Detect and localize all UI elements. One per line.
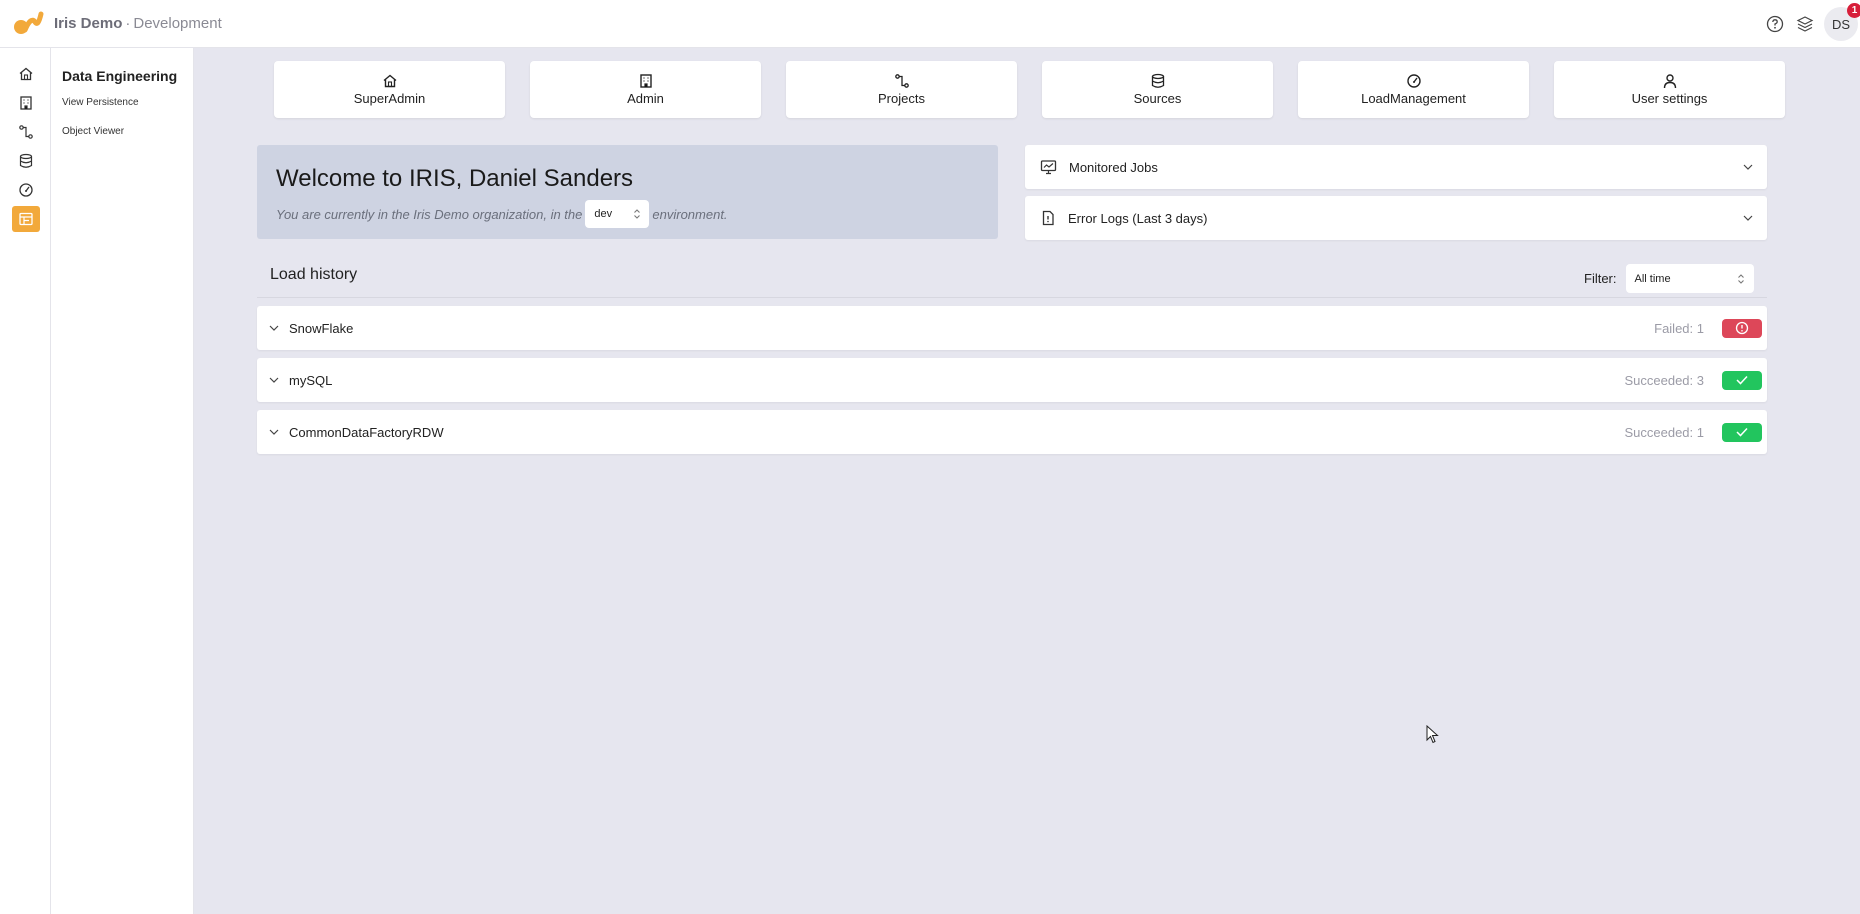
rail-load-management[interactable] bbox=[12, 177, 40, 203]
notification-badge: 1 bbox=[1847, 3, 1860, 18]
rail-projects[interactable] bbox=[12, 119, 40, 145]
top-bar: Iris Demo · Development DS 1 bbox=[0, 0, 1860, 48]
alert-circle-icon bbox=[1735, 321, 1749, 335]
chevron-down-icon[interactable] bbox=[269, 325, 279, 331]
error-logs-label: Error Logs (Last 3 days) bbox=[1068, 210, 1208, 226]
sub-sidebar: Data Engineering View Persistence Object… bbox=[51, 48, 194, 914]
help-icon[interactable] bbox=[1760, 9, 1790, 39]
filter-select-value: All time bbox=[1634, 272, 1671, 285]
rail-data-engineering[interactable] bbox=[12, 206, 40, 232]
home-icon bbox=[383, 74, 396, 88]
user-avatar[interactable]: DS 1 bbox=[1824, 3, 1860, 41]
building-icon bbox=[639, 74, 652, 88]
workflow-icon bbox=[19, 125, 33, 139]
iris-logo[interactable] bbox=[6, 0, 50, 48]
card-label: User settings bbox=[1631, 91, 1708, 106]
user-icon bbox=[1663, 74, 1676, 89]
load-history-row-snowflake[interactable]: SnowFlake Failed: 1 bbox=[257, 306, 1767, 350]
sidebar-link-view-persistence[interactable]: View Persistence bbox=[62, 97, 193, 108]
welcome-banner: Welcome to IRIS, Daniel Sanders You are … bbox=[257, 145, 998, 239]
database-icon bbox=[1151, 73, 1164, 88]
load-history-filter: Filter: All time bbox=[1584, 264, 1754, 293]
row-status-text: Succeeded: 1 bbox=[1624, 424, 1704, 440]
chevron-down-icon[interactable] bbox=[269, 429, 279, 435]
rail-sources[interactable] bbox=[12, 148, 40, 174]
row-status-text: Failed: 1 bbox=[1654, 320, 1704, 336]
card-load-management[interactable]: LoadManagement bbox=[1298, 61, 1529, 118]
card-sources[interactable]: Sources bbox=[1042, 61, 1273, 118]
home-icon bbox=[19, 67, 33, 81]
load-history-divider bbox=[257, 297, 1767, 298]
workflow-icon bbox=[894, 74, 909, 88]
file-alert-icon bbox=[1042, 210, 1054, 226]
load-history-row-mysql[interactable]: mySQL Succeeded: 3 bbox=[257, 358, 1767, 402]
filter-select[interactable]: All time bbox=[1625, 264, 1754, 293]
error-logs-panel[interactable]: Error Logs (Last 3 days) bbox=[1025, 196, 1767, 240]
monitor-icon bbox=[1040, 160, 1057, 175]
chevron-down-icon bbox=[1743, 215, 1753, 221]
table-edit-icon bbox=[19, 212, 33, 226]
environment-text-after: environment. bbox=[652, 206, 728, 222]
check-icon bbox=[1736, 427, 1748, 437]
filter-label: Filter: bbox=[1584, 271, 1617, 286]
mouse-cursor-icon bbox=[1426, 725, 1439, 744]
sidebar-title: Data Engineering bbox=[62, 68, 178, 84]
chevron-down-icon[interactable] bbox=[269, 377, 279, 383]
quick-nav-cards: SuperAdmin Admin Projects Sources LoadMa… bbox=[274, 61, 1785, 118]
card-admin[interactable]: Admin bbox=[530, 61, 761, 118]
status-failed-badge bbox=[1722, 318, 1762, 338]
row-status-text: Succeeded: 3 bbox=[1624, 372, 1704, 388]
row-source-name: SnowFlake bbox=[289, 320, 354, 336]
database-icon bbox=[19, 153, 33, 168]
load-history-row-commondatafactoryrdw[interactable]: CommonDataFactoryRDW Succeeded: 1 bbox=[257, 410, 1767, 454]
card-label: LoadManagement bbox=[1361, 91, 1466, 106]
app-title: Iris Demo · Development bbox=[54, 15, 222, 32]
monitored-jobs-panel[interactable]: Monitored Jobs bbox=[1025, 145, 1767, 189]
check-icon bbox=[1736, 375, 1748, 385]
card-label: Admin bbox=[627, 91, 664, 106]
card-projects[interactable]: Projects bbox=[786, 61, 1017, 118]
gauge-icon bbox=[1406, 74, 1421, 88]
rail-admin[interactable] bbox=[12, 90, 40, 116]
monitored-jobs-label: Monitored Jobs bbox=[1069, 159, 1158, 175]
title-separator: · bbox=[125, 15, 131, 32]
layers-icon[interactable] bbox=[1790, 9, 1820, 39]
chevron-down-icon bbox=[1743, 164, 1753, 170]
welcome-title: Welcome to IRIS, Daniel Sanders bbox=[276, 165, 634, 192]
environment-name: Development bbox=[133, 15, 222, 32]
card-label: SuperAdmin bbox=[353, 91, 426, 106]
environment-select-value: dev bbox=[594, 208, 613, 220]
row-source-name: mySQL bbox=[289, 372, 333, 388]
environment-line: You are currently in the Iris Demo organ… bbox=[276, 200, 979, 228]
org-name: Iris Demo bbox=[54, 15, 123, 32]
status-succeeded-badge bbox=[1722, 370, 1762, 390]
status-succeeded-badge bbox=[1722, 422, 1762, 442]
up-down-chevron-icon bbox=[634, 209, 641, 219]
load-history-title: Load history bbox=[270, 266, 358, 283]
environment-select[interactable]: dev bbox=[585, 200, 650, 228]
up-down-chevron-icon bbox=[1737, 273, 1744, 284]
left-icon-rail bbox=[0, 48, 51, 914]
card-label: Projects bbox=[878, 91, 925, 106]
environment-text-before: You are currently in the Iris Demo organ… bbox=[276, 206, 583, 222]
card-user-settings[interactable]: User settings bbox=[1554, 61, 1785, 118]
sidebar-link-object-viewer[interactable]: Object Viewer bbox=[62, 126, 193, 137]
card-label: Sources bbox=[1133, 91, 1182, 106]
card-superadmin[interactable]: SuperAdmin bbox=[274, 61, 505, 118]
row-source-name: CommonDataFactoryRDW bbox=[289, 424, 444, 440]
avatar-initials: DS bbox=[1831, 16, 1851, 32]
building-icon bbox=[20, 96, 32, 110]
gauge-icon bbox=[19, 183, 33, 197]
rail-home[interactable] bbox=[12, 61, 40, 87]
